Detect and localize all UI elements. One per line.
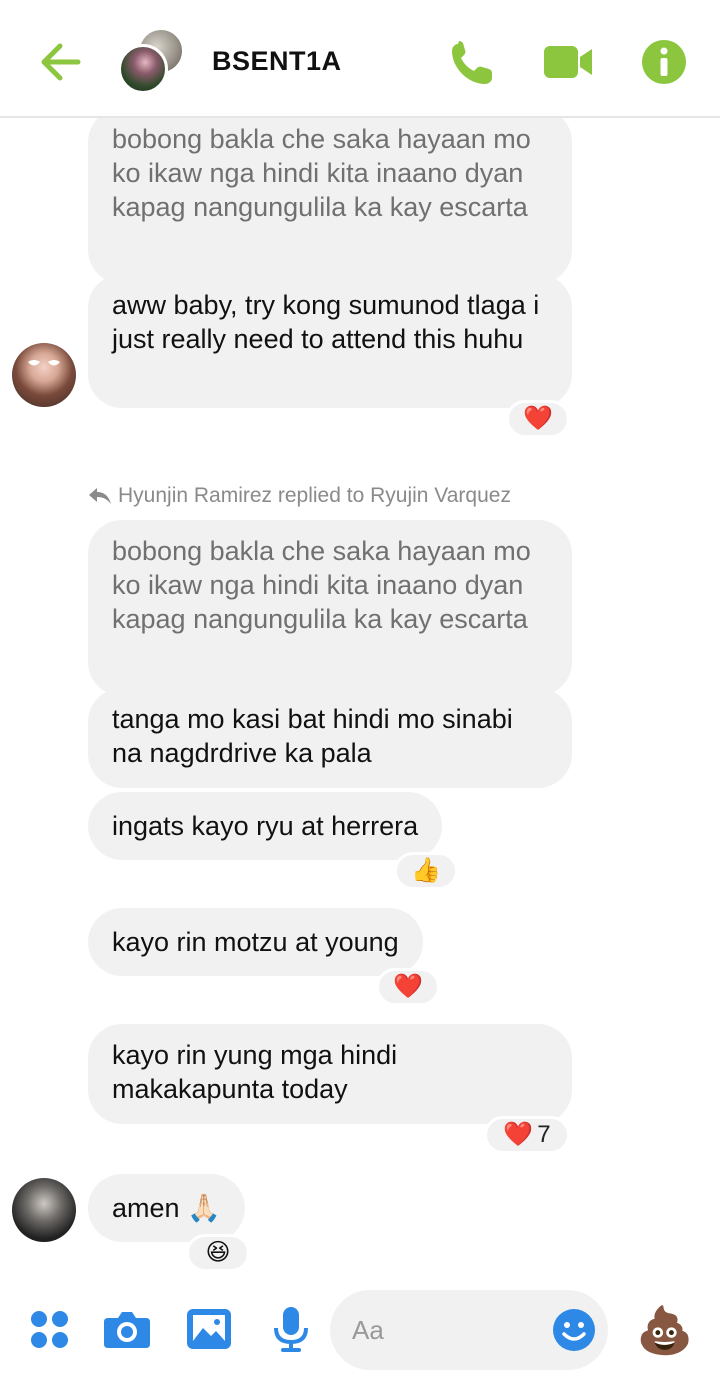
quoted-message[interactable]: bobong bakla che saka hayaan mo ko ikaw …	[88, 520, 572, 696]
group-member-avatar	[118, 44, 168, 94]
quick-reaction-button[interactable]: 💩	[636, 1302, 693, 1358]
info-icon[interactable]	[640, 38, 688, 86]
reaction-thumbs-up[interactable]: 👍	[394, 852, 458, 890]
message-input[interactable]	[352, 1312, 542, 1348]
reaction-heart[interactable]: ❤️	[376, 968, 440, 1006]
reply-note: Hyunjin Ramirez replied to Ryujin Varque…	[88, 484, 511, 508]
emoji-icon[interactable]	[552, 1308, 596, 1352]
reply-note-text: Hyunjin Ramirez replied to Ryujin Varque…	[118, 484, 511, 507]
message-list[interactable]: bobong bakla che saka hayaan mo ko ikaw …	[0, 118, 720, 1278]
sender-avatar[interactable]	[12, 343, 76, 407]
sender-avatar[interactable]	[12, 1178, 76, 1242]
chat-title[interactable]: BSENT1A	[212, 46, 342, 77]
reaction-count: 7	[537, 1121, 551, 1148]
message-composer: 💩	[0, 1278, 720, 1389]
back-arrow-icon[interactable]	[36, 40, 84, 84]
message-bubble[interactable]: ingats kayo ryu at herrera	[88, 792, 443, 860]
menu-grid-icon[interactable]	[26, 1304, 76, 1354]
message-bubble[interactable]: amen 🙏🏻	[88, 1174, 245, 1242]
reaction-heart[interactable]: ❤️	[506, 400, 570, 438]
heart-glasses-icon	[28, 360, 60, 366]
camera-icon[interactable]	[102, 1304, 152, 1354]
reaction-laughing[interactable]: 😆	[186, 1234, 250, 1272]
message-bubble[interactable]: aww baby, try kong sumunod tlaga i just …	[88, 274, 572, 408]
reaction-heart-count[interactable]: ❤️ 7	[484, 1116, 570, 1154]
message-input-wrapper	[330, 1290, 608, 1370]
image-icon[interactable]	[184, 1304, 234, 1354]
message-bubble[interactable]: kayo rin motzu at young	[88, 908, 423, 976]
reaction-emoji: ❤️	[503, 1121, 534, 1148]
message-bubble[interactable]: kayo rin yung mga hindi makakapunta toda…	[88, 1024, 572, 1124]
group-avatar[interactable]	[118, 28, 188, 96]
chat-header: BSENT1A	[0, 0, 720, 118]
reply-arrow-icon	[89, 488, 111, 504]
microphone-icon[interactable]	[266, 1304, 316, 1354]
message-bubble[interactable]: tanga mo kasi bat hindi mo sinabi na nag…	[88, 688, 572, 788]
phone-icon[interactable]	[448, 38, 496, 86]
quoted-message[interactable]: bobong bakla che saka hayaan mo ko ikaw …	[88, 118, 572, 284]
video-camera-icon[interactable]	[542, 38, 596, 86]
